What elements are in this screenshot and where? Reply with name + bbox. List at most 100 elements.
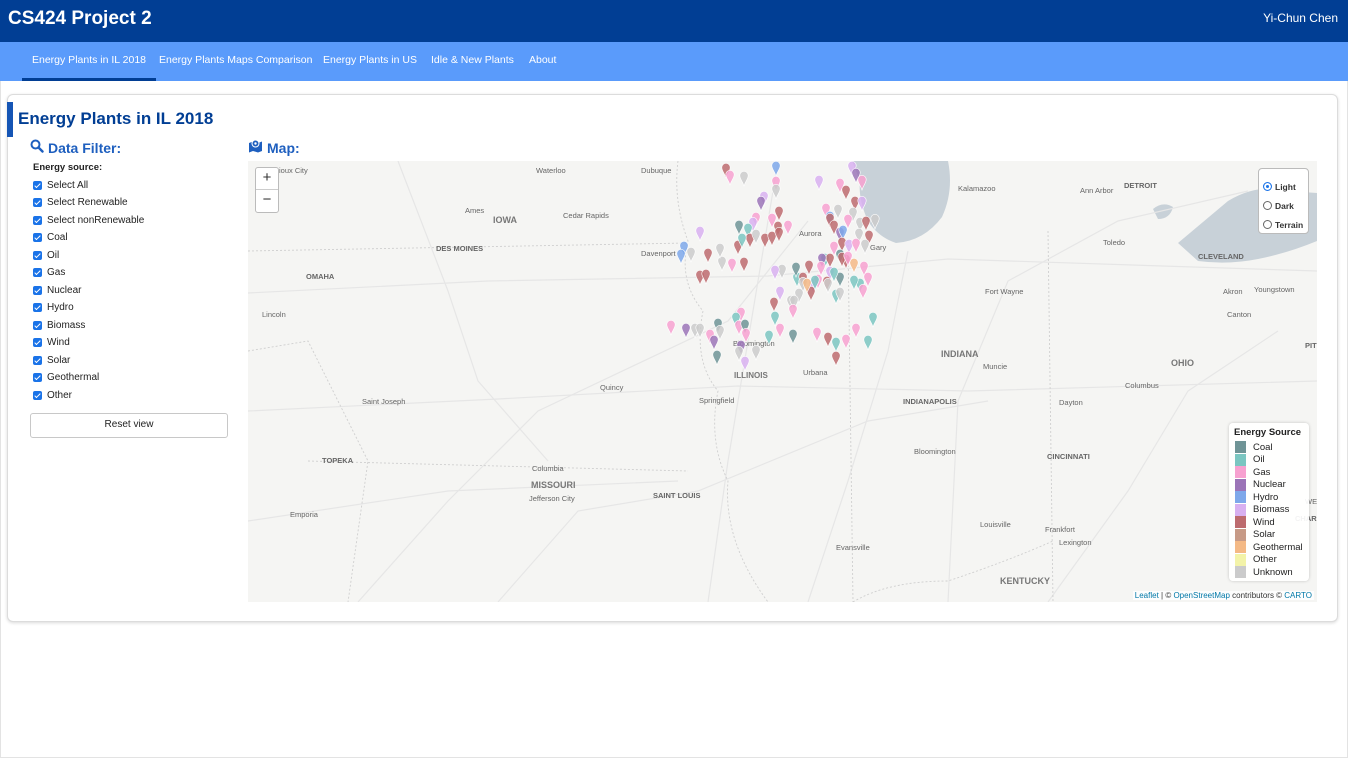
plant-marker-gas[interactable] [725, 170, 735, 187]
checkbox-box[interactable] [33, 390, 42, 400]
checkbox-box[interactable] [33, 320, 42, 330]
plant-marker-wind[interactable] [701, 269, 711, 286]
checkbox-biomass[interactable]: Biomass [33, 318, 85, 332]
plant-marker-oil[interactable] [849, 275, 859, 292]
plant-marker-nuclear[interactable] [709, 335, 719, 352]
plant-marker-biomass[interactable] [740, 356, 750, 373]
checkbox-coal[interactable]: Coal [33, 231, 68, 245]
checkbox-gas[interactable]: Gas [33, 266, 65, 280]
plant-marker-unknown[interactable] [751, 345, 761, 362]
plant-marker-hydro[interactable] [771, 161, 781, 178]
plant-marker-gas[interactable] [783, 220, 793, 237]
tab-idle-new-plants[interactable]: Idle & New Plants [431, 42, 514, 81]
energy-plants-map[interactable]: Sioux City Waterloo Dubuque Kalamazoo An… [248, 161, 1317, 602]
plant-marker-hydro[interactable] [676, 249, 686, 266]
osm-link[interactable]: OpenStreetMap [1173, 591, 1229, 600]
plant-marker-unknown[interactable] [715, 243, 725, 260]
carto-link[interactable]: CARTO [1284, 591, 1312, 600]
map-attribution: Leaflet | © OpenStreetMap contributors ©… [1132, 591, 1314, 600]
plant-marker-wind[interactable] [769, 297, 779, 314]
checkbox-box[interactable] [33, 180, 42, 190]
plant-marker-wind[interactable] [831, 351, 841, 368]
checkbox-box[interactable] [33, 303, 42, 312]
frame-border-left [0, 81, 1, 758]
checkbox-box[interactable] [33, 198, 42, 207]
plant-marker-wind[interactable] [739, 257, 749, 274]
tab-maps-comparison[interactable]: Energy Plants Maps Comparison [159, 42, 313, 81]
plant-marker-biomass[interactable] [770, 265, 780, 282]
plant-marker-unknown[interactable] [717, 256, 727, 273]
plant-marker-wind[interactable] [825, 253, 835, 270]
plant-marker-nuclear[interactable] [681, 323, 691, 340]
checkbox-hydro[interactable]: Hydro [33, 301, 74, 315]
plant-marker-coal[interactable] [734, 220, 744, 237]
plant-marker-gas[interactable] [727, 258, 737, 275]
plant-marker-geothermal[interactable] [849, 258, 859, 275]
checkbox-select-nonrenewable[interactable]: Select nonRenewable [33, 213, 144, 227]
basemap-option-dark[interactable]: Dark [1259, 196, 1308, 215]
plant-marker-gas[interactable] [788, 304, 798, 321]
radio-button[interactable] [1263, 182, 1272, 191]
plant-marker-wind[interactable] [774, 227, 784, 244]
checkbox-other[interactable]: Other [33, 388, 72, 402]
plant-marker-unknown[interactable] [823, 278, 833, 295]
basemap-option-light[interactable]: Light [1259, 177, 1308, 196]
plant-marker-unknown[interactable] [686, 247, 696, 264]
plant-marker-biomass[interactable] [695, 226, 705, 243]
plant-marker-nuclear[interactable] [756, 196, 766, 213]
checkbox-box[interactable] [33, 355, 42, 365]
checkbox-box[interactable] [33, 233, 42, 242]
zoom-in-button[interactable]: + [256, 168, 278, 190]
checkbox-geothermal[interactable]: Geothermal [33, 371, 99, 385]
tab-about[interactable]: About [529, 42, 556, 81]
checkbox-box[interactable] [33, 268, 42, 277]
checkbox-box[interactable] [33, 373, 42, 382]
radio-button[interactable] [1263, 201, 1272, 210]
plant-marker-gas[interactable] [775, 323, 785, 340]
plant-marker-oil[interactable] [868, 312, 878, 329]
plant-marker-wind[interactable] [861, 216, 871, 233]
plant-marker-biomass[interactable] [814, 175, 824, 192]
plant-marker-gas[interactable] [858, 284, 868, 301]
checkbox-wind[interactable]: Wind [33, 336, 70, 350]
plant-marker-wind[interactable] [703, 248, 713, 265]
plant-marker-coal[interactable] [788, 329, 798, 346]
checkbox-box[interactable] [33, 215, 42, 225]
tab-energy-plants-il-2018[interactable]: Energy Plants in IL 2018 [22, 42, 157, 81]
plant-marker-unknown[interactable] [833, 204, 843, 221]
label-ohio: OHIO [1171, 358, 1194, 368]
plant-marker-gas[interactable] [816, 261, 826, 278]
plant-marker-unknown[interactable] [739, 171, 749, 188]
checkbox-select-all[interactable]: Select All [33, 178, 88, 192]
leaflet-link[interactable]: Leaflet [1135, 591, 1159, 600]
checkbox-box[interactable] [33, 285, 42, 295]
plant-marker-unknown[interactable] [860, 239, 870, 256]
plant-marker-gas[interactable] [851, 238, 861, 255]
plant-marker-wind[interactable] [823, 332, 833, 349]
plant-marker-unknown[interactable] [771, 184, 781, 201]
radio-button[interactable] [1263, 220, 1272, 229]
plant-marker-gas[interactable] [841, 334, 851, 351]
plant-marker-gas[interactable] [851, 323, 861, 340]
checkbox-select-renewable[interactable]: Select Renewable [33, 196, 128, 210]
tab-energy-plants-us[interactable]: Energy Plants in US [323, 42, 417, 81]
plant-marker-coal[interactable] [712, 350, 722, 367]
plant-marker-wind[interactable] [841, 185, 851, 202]
checkbox-box[interactable] [33, 250, 42, 260]
app-title: CS424 Project 2 [8, 8, 152, 29]
plant-marker-gas[interactable] [666, 320, 676, 337]
plant-marker-oil[interactable] [863, 335, 873, 352]
label-columbia: Columbia [532, 464, 565, 473]
label-quincy: Quincy [600, 383, 624, 392]
plant-marker-oil[interactable] [831, 337, 841, 354]
checkbox-nuclear[interactable]: Nuclear [33, 283, 81, 297]
checkbox-label: Nuclear [47, 284, 82, 296]
label-cincinnati: CINCINNATI [1047, 452, 1090, 461]
zoom-out-button[interactable]: − [256, 190, 278, 211]
checkbox-solar[interactable]: Solar [33, 353, 70, 367]
checkbox-box[interactable] [33, 338, 42, 347]
checkbox-oil[interactable]: Oil [33, 248, 59, 262]
basemap-option-terrain[interactable]: Terrain [1259, 215, 1308, 234]
reset-view-button[interactable]: Reset view [30, 413, 228, 438]
plant-marker-gas[interactable] [812, 327, 822, 344]
